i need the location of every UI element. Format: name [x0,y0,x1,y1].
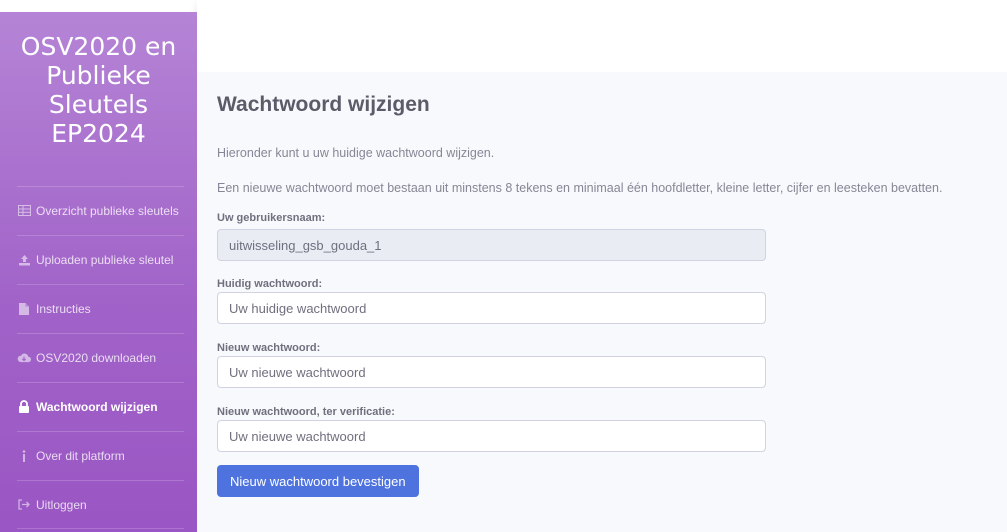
sidebar-nav: Overzicht publieke sleutels Uploaden pub… [0,186,197,529]
sidebar-item-label: Instructies [36,301,91,316]
verify-password-input[interactable] [217,420,766,452]
topbar [197,0,1007,72]
sidebar-item-instructies[interactable]: Instructies [0,284,197,333]
current-password-input[interactable] [217,292,766,324]
sidebar-item-uploaden[interactable]: Uploaden publieke sleutel [0,235,197,284]
new-password-label: Nieuw wachtwoord: [217,342,321,354]
table-icon [17,204,31,218]
sidebar-item-overzicht[interactable]: Overzicht publieke sleutels [0,186,197,235]
intro-text: Hieronder kunt u uw huidige wachtwoord w… [217,146,495,160]
password-requirements-text: Een nieuwe wachtwoord moet bestaan uit m… [217,181,943,195]
username-field: uitwisseling_gsb_gouda_1 [217,229,766,261]
cloud-download-icon [17,351,31,365]
username-value: uitwisseling_gsb_gouda_1 [229,237,382,253]
sidebar-item-uitloggen[interactable]: Uitloggen [0,480,197,529]
upload-icon [17,253,31,267]
sidebar-item-wachtwoord[interactable]: Wachtwoord wijzigen [0,382,197,431]
brand-line: EP2024 [51,119,146,148]
username-label: Uw gebruikersnaam: [217,212,326,224]
main-content: Wachtwoord wijzigen Hieronder kunt u uw … [217,90,1007,497]
sidebar-item-label: Wachtwoord wijzigen [36,399,158,414]
new-password-input[interactable] [217,356,766,388]
current-password-label: Huidig wachtwoord: [217,278,323,290]
sidebar-item-label: Uploaden publieke sleutel [36,252,174,267]
sidebar-item-over[interactable]: Over dit platform [0,431,197,480]
sidebar-item-label: OSV2020 downloaden [36,350,157,365]
sidebar-item-download[interactable]: OSV2020 downloaden [0,333,197,382]
file-icon [17,302,31,316]
sidebar-item-label: Over dit platform [36,448,125,463]
brand-line: Sleutels [48,90,149,119]
sign-out-icon [17,498,31,512]
sidebar: OSV2020 en Publieke Sleutels EP2024 Over… [0,12,197,532]
page-title: Wachtwoord wijzigen [217,93,430,116]
confirm-password-button[interactable]: Nieuw wachtwoord bevestigen [217,465,419,497]
brand-line: Publieke [46,61,151,90]
sidebar-item-label: Overzicht publieke sleutels [36,203,179,218]
info-icon [17,449,31,463]
sidebar-item-label: Uitloggen [36,497,87,512]
verify-password-label: Nieuw wachtwoord, ter verificatie: [217,406,395,418]
sidebar-brand[interactable]: OSV2020 en Publieke Sleutels EP2024 [0,12,197,176]
lock-icon [17,400,31,414]
brand-line: OSV2020 en [20,32,177,61]
